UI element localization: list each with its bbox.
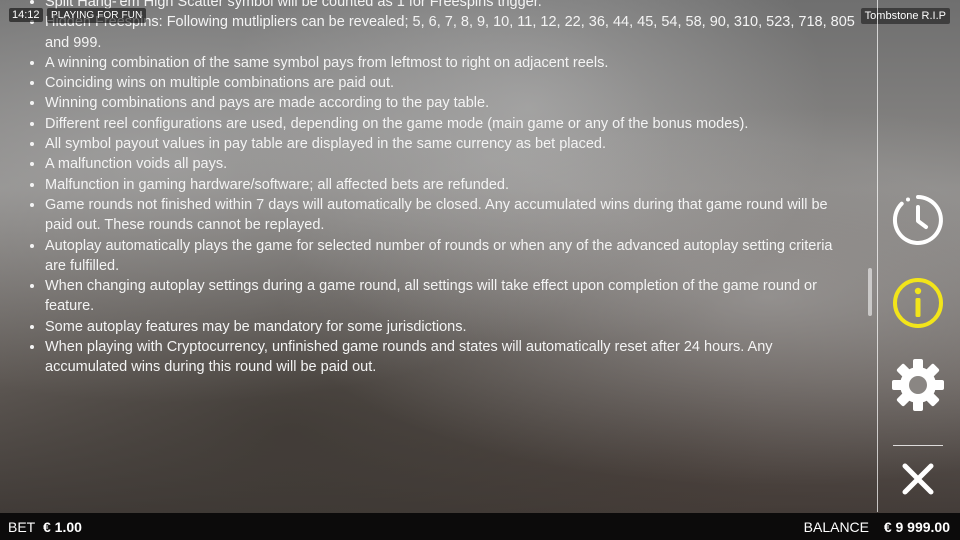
- rules-item: Split Hang-'em High Scatter symbol will …: [45, 0, 857, 12]
- footer-bar: BET € 1.00 BALANCE € 9 999.00: [0, 513, 960, 540]
- rules-item: Some autoplay features may be mandatory …: [45, 317, 857, 337]
- clock-time: 14:12: [9, 8, 43, 22]
- bet-label: BET: [8, 519, 36, 535]
- close-button[interactable]: [891, 452, 945, 506]
- rules-item: Malfunction in gaming hardware/software;…: [45, 175, 857, 195]
- rules-item: All symbol payout values in pay table ar…: [45, 134, 857, 154]
- rules-item: Coinciding wins on multiple combinations…: [45, 73, 857, 93]
- rules-item: A winning combination of the same symbol…: [45, 53, 857, 73]
- balance-value: € 9 999.00: [883, 519, 950, 535]
- rules-item: Autoplay automatically plays the game fo…: [45, 236, 857, 277]
- info-button[interactable]: [891, 276, 945, 330]
- history-button[interactable]: [891, 193, 945, 247]
- scrollbar-thumb[interactable]: [868, 268, 872, 316]
- bet-value: € 1.00: [43, 519, 82, 535]
- balance-label: BALANCE: [803, 519, 869, 535]
- sidebar-divider: [877, 0, 878, 512]
- sidebar-separator: [893, 445, 943, 446]
- settings-gear-icon: [892, 359, 944, 411]
- info-icon: [893, 278, 943, 328]
- close-icon: [902, 463, 934, 495]
- history-clock-icon: [892, 195, 943, 245]
- rules-list: Split Hang-'em High Scatter symbol will …: [27, 0, 857, 378]
- rules-item: Different reel configurations are used, …: [45, 114, 857, 134]
- rules-item: Game rounds not finished within 7 days w…: [45, 195, 857, 236]
- play-mode-badge: PLAYING FOR FUN: [47, 8, 147, 23]
- rules-item: When playing with Cryptocurrency, unfini…: [45, 337, 857, 378]
- game-title: Tombstone R.I.P: [860, 8, 950, 24]
- rules-scroll-area[interactable]: Split Hang-'em High Scatter symbol will …: [27, 0, 857, 512]
- rules-item: Hidden Freespins: Following mutlipliers …: [45, 12, 857, 53]
- rules-item: When changing autoplay settings during a…: [45, 276, 857, 317]
- rules-item: Winning combinations and pays are made a…: [45, 93, 857, 113]
- rules-item: A malfunction voids all pays.: [45, 154, 857, 174]
- settings-button[interactable]: [891, 358, 945, 412]
